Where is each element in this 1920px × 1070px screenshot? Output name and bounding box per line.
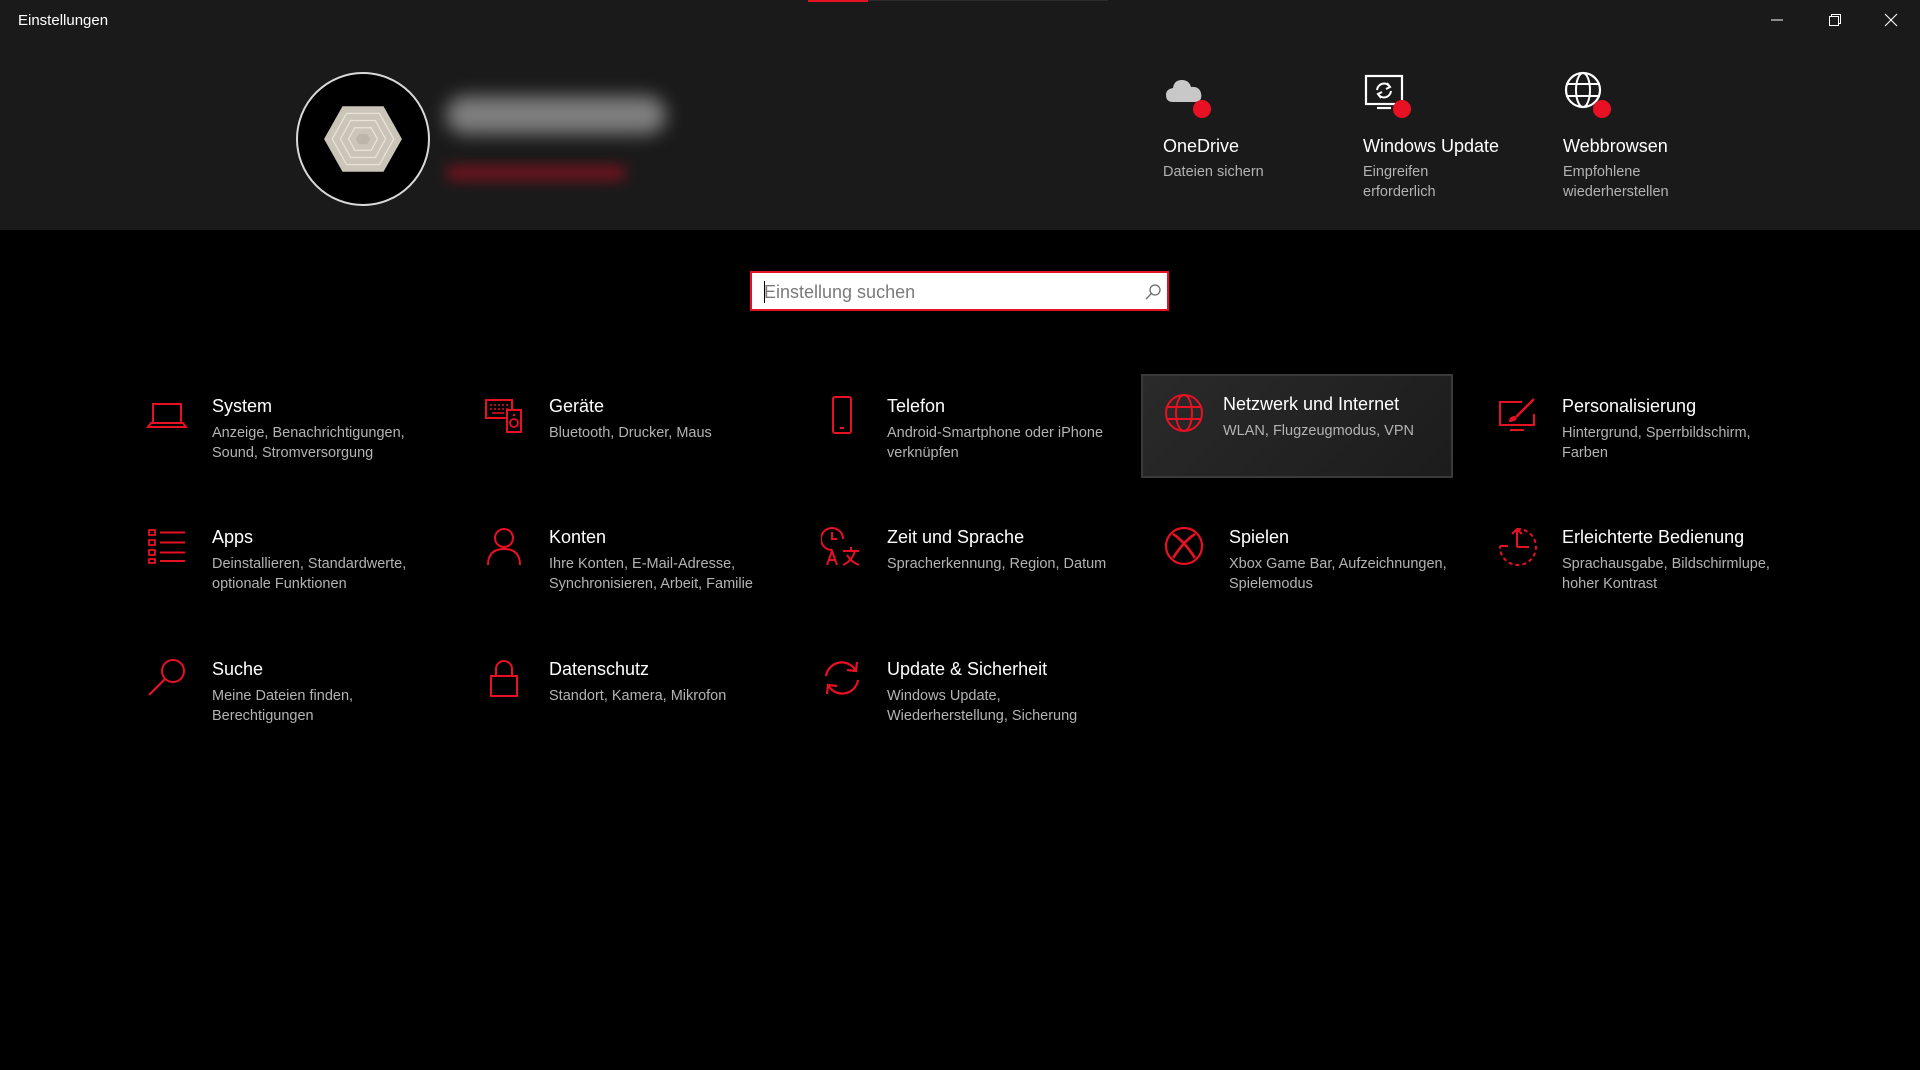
account-header: OneDrive Dateien sichern Windows Update … [0,40,1920,230]
category-apps[interactable]: Apps Deinstallieren, Standardwerte, opti… [124,507,436,611]
account-link-redacted [446,166,626,180]
settings-search-box[interactable] [750,271,1169,311]
warning-badge [1193,100,1211,118]
category-description: Windows Update, Wiederherstellung, Siche… [887,688,1078,724]
category-update-sicherheit[interactable]: Update & Sicherheit Windows Update, Wied… [799,639,1111,743]
category-name: Suche [212,659,264,679]
category-description: Xbox Game Bar, Aufzeichnungen, Spielemod… [1229,556,1447,592]
minimize-button[interactable] [1748,0,1806,40]
close-button[interactable] [1862,0,1920,40]
category-description: Hintergrund, Sperrbildschirm, Farben [1562,425,1751,461]
text-caret [764,281,765,303]
quick-link-subtitle: Dateien sichern [1163,164,1264,180]
category-name: Erleichterte Bedienung [1562,527,1745,547]
category-personalisierung[interactable]: Personalisierung Hintergrund, Sperrbilds… [1474,376,1786,480]
category-name: Update & Sicherheit [887,659,1048,679]
quick-link-subtitle: Empfohlene wiederherstellen [1563,164,1669,200]
category-description: Sprachausgabe, Bildschirmlupe, hoher Kon… [1562,556,1770,592]
personalization-icon [1499,398,1535,431]
lock-icon [490,660,518,697]
category-name: Telefon [887,396,946,416]
devices-icon [485,399,522,433]
quick-link-webbrowsen[interactable]: Webbrowsen Empfohlene wiederherstellen [1563,70,1763,202]
phone-icon [832,396,852,434]
category-name: Zeit und Sprache [887,527,1025,547]
category-netzwerk[interactable]: Netzwerk und Internet WLAN, Flugzeugmodu… [1141,374,1453,478]
category-description: Deinstallieren, Standardwerte, optionale… [212,556,407,592]
category-name: Datenschutz [549,659,650,679]
loading-indicator [808,0,868,2]
category-description: Anzeige, Benachrichtigungen, Sound, Stro… [212,425,405,461]
category-description: WLAN, Flugzeugmodus, VPN [1223,423,1414,439]
category-name: System [212,396,273,416]
category-datenschutz[interactable]: Datenschutz Standort, Kamera, Mikrofon [461,639,773,743]
quick-link-title: Windows Update [1363,136,1500,156]
avatar[interactable] [296,72,430,206]
category-suche[interactable]: Suche Meine Dateien finden, Berechtigung… [124,639,436,743]
category-name: Personalisierung [1562,396,1697,416]
category-erleichterte-bedienung[interactable]: Erleichterte Bedienung Sprachausgabe, Bi… [1474,507,1786,611]
update-sync-icon [824,661,860,695]
quick-link-title: Webbrowsen [1563,136,1668,156]
category-zeit-sprache[interactable]: Zeit und Sprache Spracherkennung, Region… [799,507,1111,611]
close-icon [1884,13,1898,27]
category-name: Konten [549,527,607,547]
category-description: Bluetooth, Drucker, Maus [549,425,712,441]
warning-badge [1393,100,1411,118]
quick-link-onedrive[interactable]: OneDrive Dateien sichern [1163,70,1363,182]
restore-icon [1829,14,1841,26]
account-name-redacted [446,96,666,134]
category-name: Spielen [1229,527,1290,547]
category-name: Apps [212,527,254,547]
category-description: Standort, Kamera, Mikrofon [549,688,727,704]
person-icon [487,528,521,566]
category-description: Ihre Konten, E-Mail-Adresse, Synchronisi… [549,556,753,592]
laptop-icon [146,403,188,428]
quick-link-windows-update[interactable]: Windows Update Eingreifen erforderlich [1363,70,1563,202]
title-bar: Einstellungen [0,0,1920,40]
restore-button[interactable] [1806,0,1864,40]
category-spielen[interactable]: Spielen Xbox Game Bar, Aufzeichnungen, S… [1141,507,1453,611]
ease-of-access-icon [1498,527,1537,566]
category-konten[interactable]: Konten Ihre Konten, E-Mail-Adresse, Sync… [461,507,773,611]
quick-link-subtitle: Eingreifen erforderlich [1363,164,1436,200]
category-description: Android-Smartphone oder iPhone verknüpfe… [887,425,1104,461]
category-name: Geräte [549,396,605,416]
category-telefon[interactable]: Telefon Android-Smartphone oder iPhone v… [799,376,1111,480]
time-language-icon [820,527,860,566]
minimize-icon [1771,19,1783,21]
warning-badge [1593,100,1611,118]
search-magnifier-icon [148,659,185,696]
window-title: Einstellungen [18,12,109,29]
apps-list-icon [148,529,185,564]
xbox-icon [1164,526,1204,566]
category-description: Meine Dateien finden, Berechtigungen [212,688,354,724]
globe-icon [1165,394,1203,432]
category-name: Netzwerk und Internet [1223,394,1400,414]
category-system[interactable]: System Anzeige, Benachrichtigungen, Soun… [124,376,436,480]
search-icon[interactable] [1144,283,1162,301]
search-input[interactable] [764,279,1124,305]
category-geraete[interactable]: Geräte Bluetooth, Drucker, Maus [461,376,773,480]
avatar-image-icon [324,106,402,172]
category-description: Spracherkennung, Region, Datum [887,556,1107,572]
quick-link-title: OneDrive [1163,136,1240,156]
loading-track [868,0,1108,1]
